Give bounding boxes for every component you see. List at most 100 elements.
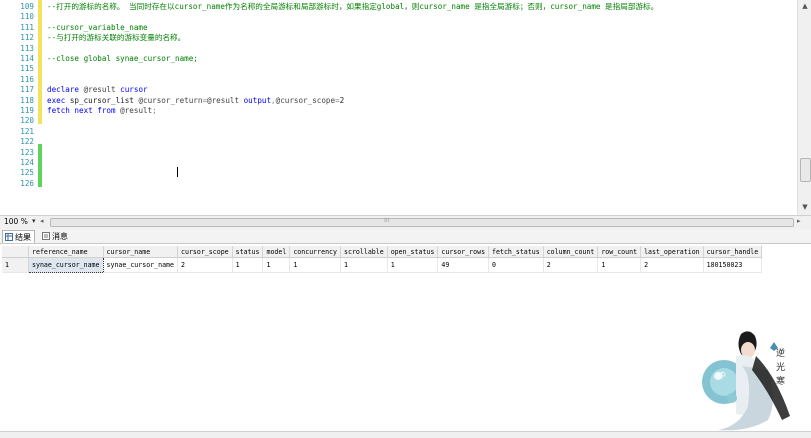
grid-cell[interactable]: 1: [289, 257, 341, 273]
grid-cell[interactable]: 1: [262, 257, 291, 273]
results-tab-strip: 结果 消息: [0, 229, 811, 244]
column-header[interactable]: last_operation: [640, 246, 704, 258]
scroll-down-arrow-icon[interactable]: ▼: [800, 202, 810, 212]
grid-cell[interactable]: 2: [177, 257, 233, 273]
code-line[interactable]: 121: [0, 127, 797, 137]
code-token: --与打开的游标关联的游标变量的名称。: [47, 33, 186, 43]
line-number: 120: [20, 116, 34, 126]
code-line[interactable]: 124: [0, 158, 797, 168]
grid-cell[interactable]: 2: [543, 257, 599, 273]
editor-vertical-scrollbar[interactable]: ▲ ▼: [797, 0, 811, 215]
column-header[interactable]: model: [262, 246, 291, 258]
tab-results-label: 结果: [15, 232, 31, 242]
grid-cell[interactable]: 180150023: [703, 257, 763, 273]
code-token: ;: [152, 106, 157, 115]
scroll-left-arrow-icon[interactable]: ◂: [40, 217, 44, 225]
code-line[interactable]: 115: [0, 64, 797, 74]
column-header[interactable]: open_status: [387, 246, 439, 258]
grid-cell[interactable]: synae_cursor_name: [103, 257, 178, 273]
svg-text:中: 中: [718, 370, 726, 380]
column-header[interactable]: scrollable: [340, 246, 388, 258]
code-line[interactable]: 126: [0, 179, 797, 187]
svg-text:寒: 寒: [776, 375, 785, 387]
code-token: --close global synae_cursor_name;: [47, 54, 198, 63]
zoom-dropdown-chevron-icon[interactable]: ▾: [32, 217, 36, 225]
column-header[interactable]: row_count: [597, 246, 642, 258]
code-token: sp_cursor_list: [69, 95, 139, 105]
grid-header-row: reference_name cursor_name cursor_scope sta…: [2, 246, 763, 258]
column-header[interactable]: fetch_status: [488, 246, 544, 258]
code-line[interactable]: 117 declare @result cursor: [0, 85, 797, 95]
line-number: 122: [20, 137, 34, 147]
grid-cell[interactable]: synae_cursor_name: [28, 257, 104, 273]
scroll-right-arrow-icon[interactable]: ▸: [797, 217, 801, 225]
decorative-mascot-image: 逆 光 寒 中: [702, 331, 790, 431]
code-line[interactable]: 116: [0, 75, 797, 85]
code-text: exec sp_cursor_list @cursor_return=@resu…: [47, 96, 344, 106]
line-number: 123: [20, 147, 34, 157]
code-token: @result: [120, 106, 153, 115]
code-line[interactable]: 125: [0, 168, 797, 178]
zoom-and-horizontal-scroll-bar: 100 % ▾ ◂ ⁞⁞⁞ ▸: [0, 215, 811, 230]
code-line[interactable]: 111 --cursor_variable_name: [0, 23, 797, 33]
code-line[interactable]: 112 --与打开的游标关联的游标变量的名称。: [0, 33, 797, 43]
code-line[interactable]: 122: [0, 137, 797, 147]
line-number: 114: [20, 54, 34, 63]
grid-corner-cell[interactable]: [2, 246, 29, 258]
code-line[interactable]: 123: [0, 148, 797, 158]
line-number: 110: [20, 12, 34, 22]
column-header[interactable]: concurrency: [289, 246, 341, 258]
code-line[interactable]: 110: [0, 12, 797, 22]
table-row[interactable]: 1 synae_cursor_name synae_cursor_name 2 1 1 1 1…: [2, 257, 763, 273]
code-text: fetch next from @result;: [47, 106, 157, 116]
line-number: 116: [20, 74, 34, 84]
scroll-up-arrow-icon[interactable]: ▲: [800, 1, 810, 11]
grid-cell[interactable]: 1: [232, 257, 264, 273]
grid-cell[interactable]: 0: [488, 257, 544, 273]
code-token: --打开的游标的名称。 当同时存在以cursor_name作为名称的全局游标和局…: [47, 2, 659, 11]
grid-cell[interactable]: 1: [387, 257, 439, 273]
grid-cell[interactable]: 49: [437, 257, 490, 273]
code-line[interactable]: 109 --打开的游标的名称。 当同时存在以cursor_name作为名称的全局游…: [0, 2, 797, 12]
svg-text:光: 光: [776, 361, 785, 373]
line-number: 119: [20, 106, 34, 115]
grid-icon: [5, 233, 13, 241]
row-number[interactable]: 1: [2, 257, 29, 273]
line-number: 121: [20, 126, 34, 136]
column-header[interactable]: status: [232, 246, 264, 258]
zoom-level[interactable]: 100 %: [4, 217, 28, 226]
column-header[interactable]: cursor_handle: [703, 246, 763, 258]
column-header[interactable]: cursor_scope: [177, 246, 233, 258]
column-header[interactable]: cursor_name: [103, 246, 178, 258]
code-token: output: [243, 95, 272, 105]
code-line[interactable]: 118 exec sp_cursor_list @cursor_return=@r…: [0, 96, 797, 106]
code-token: fetch next from: [47, 106, 121, 115]
grid-cell[interactable]: 1: [340, 257, 388, 273]
code-line[interactable]: 113: [0, 44, 797, 54]
tab-results[interactable]: 结果: [2, 230, 35, 243]
vertical-scroll-thumb[interactable]: [800, 158, 811, 182]
code-text: --与打开的游标关联的游标变量的名称。: [47, 33, 185, 43]
code-line[interactable]: 119 fetch next from @result;: [0, 106, 797, 116]
line-number: 112: [20, 33, 34, 43]
code-token: 2: [339, 95, 345, 105]
column-header[interactable]: reference_name: [28, 246, 104, 258]
query-editor[interactable]: 109 --打开的游标的名称。 当同时存在以cursor_name作为名称的全局游…: [0, 0, 797, 187]
code-token: @result: [207, 95, 244, 105]
grid-cell[interactable]: 2: [640, 257, 704, 273]
line-number: 117: [20, 85, 34, 95]
message-icon: [42, 232, 50, 240]
line-number: 118: [20, 95, 34, 105]
tab-messages[interactable]: 消息: [40, 230, 71, 242]
code-line[interactable]: 120: [0, 116, 797, 126]
code-line[interactable]: 114 --close global synae_cursor_name;: [0, 54, 797, 64]
results-grid-area: reference_name cursor_name cursor_scope sta…: [0, 244, 811, 437]
code-text: declare @result cursor: [47, 85, 148, 95]
column-header[interactable]: column_count: [543, 246, 599, 258]
horizontal-scroll-thumb[interactable]: [50, 218, 794, 227]
code-text: --打开的游标的名称。 当同时存在以cursor_name作为名称的全局游标和局…: [47, 2, 658, 12]
column-header[interactable]: cursor_rows: [437, 246, 490, 258]
line-number: 125: [20, 168, 34, 178]
grid-cell[interactable]: 1: [597, 257, 642, 273]
code-token: --cursor_variable_name: [47, 22, 148, 32]
